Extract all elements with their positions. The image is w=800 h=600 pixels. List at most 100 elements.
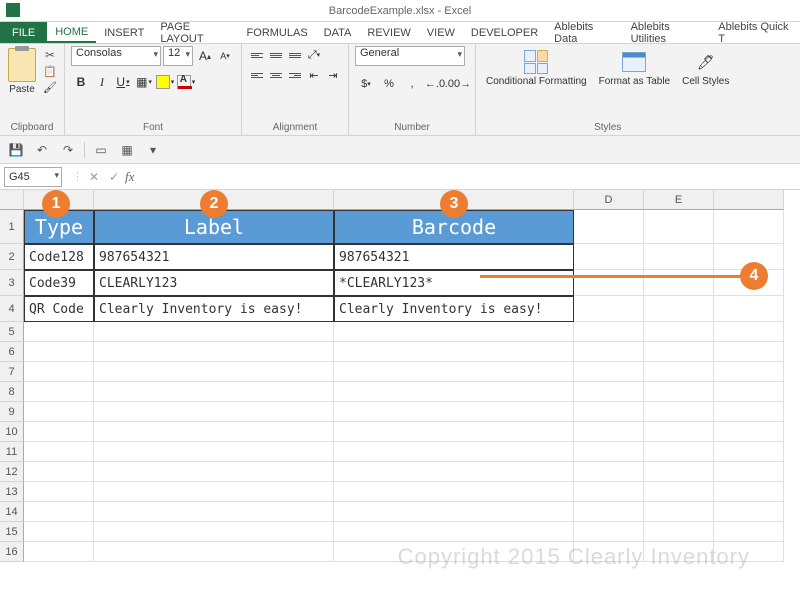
tab-file[interactable]: FILE — [0, 22, 47, 43]
cell[interactable] — [94, 342, 334, 362]
decrease-decimal-button[interactable]: .00→ — [447, 74, 469, 94]
col-header-D[interactable]: D — [574, 190, 644, 210]
row-header-15[interactable]: 15 — [0, 522, 24, 542]
row-header-7[interactable]: 7 — [0, 362, 24, 382]
conditional-formatting-button[interactable]: Conditional Formatting — [482, 46, 591, 89]
align-bottom-button[interactable] — [286, 46, 304, 64]
number-format-select[interactable]: General — [355, 46, 465, 66]
col-header-extra[interactable] — [714, 190, 784, 210]
fill-color-button[interactable]: ▾ — [155, 72, 175, 92]
tab-view[interactable]: VIEW — [419, 22, 463, 43]
cell[interactable] — [644, 296, 714, 322]
row-header-11[interactable]: 11 — [0, 442, 24, 462]
save-button[interactable]: 💾 — [6, 140, 26, 160]
increase-font-button[interactable]: A▴ — [195, 46, 215, 66]
cell[interactable] — [644, 342, 714, 362]
cell[interactable] — [334, 542, 574, 562]
redo-button[interactable]: ↷ — [58, 140, 78, 160]
cell[interactable]: CLEARLY123 — [94, 270, 334, 296]
cell[interactable]: Clearly Inventory is easy! — [334, 296, 574, 322]
cell[interactable] — [644, 462, 714, 482]
italic-button[interactable]: I — [92, 72, 112, 92]
cell[interactable] — [714, 342, 784, 362]
row-header-13[interactable]: 13 — [0, 482, 24, 502]
cell[interactable] — [24, 382, 94, 402]
cell[interactable] — [574, 402, 644, 422]
cell[interactable] — [714, 362, 784, 382]
cell[interactable] — [574, 342, 644, 362]
cell[interactable] — [24, 442, 94, 462]
percent-button[interactable]: % — [378, 74, 400, 94]
cell[interactable] — [644, 270, 714, 296]
font-color-button[interactable]: ▾ — [176, 72, 196, 92]
qat-customize-button[interactable]: ▾ — [143, 140, 163, 160]
cell[interactable] — [334, 462, 574, 482]
cell[interactable] — [24, 522, 94, 542]
cell[interactable] — [94, 422, 334, 442]
cell[interactable] — [714, 542, 784, 562]
cell[interactable] — [644, 522, 714, 542]
cell[interactable] — [714, 502, 784, 522]
tab-insert[interactable]: INSERT — [96, 22, 152, 43]
cell[interactable] — [24, 402, 94, 422]
align-right-button[interactable] — [286, 66, 304, 84]
cell[interactable] — [334, 402, 574, 422]
cell[interactable] — [94, 382, 334, 402]
cell[interactable] — [574, 296, 644, 322]
cell[interactable] — [94, 522, 334, 542]
cell[interactable] — [94, 462, 334, 482]
row-header-3[interactable]: 3 — [0, 270, 24, 296]
cell[interactable] — [24, 482, 94, 502]
cell[interactable] — [574, 482, 644, 502]
cell[interactable] — [574, 422, 644, 442]
tab-data[interactable]: DATA — [316, 22, 360, 43]
align-center-button[interactable] — [267, 66, 285, 84]
cell[interactable] — [714, 322, 784, 342]
row-header-5[interactable]: 5 — [0, 322, 24, 342]
cell[interactable] — [94, 362, 334, 382]
cell[interactable] — [94, 402, 334, 422]
row-header-16[interactable]: 16 — [0, 542, 24, 562]
cell[interactable] — [24, 322, 94, 342]
cell[interactable] — [24, 502, 94, 522]
row-header-6[interactable]: 6 — [0, 342, 24, 362]
paste-button[interactable]: Paste — [6, 46, 38, 95]
row-header-1[interactable]: 1 — [0, 210, 24, 244]
tab-home[interactable]: HOME — [47, 22, 96, 43]
cell[interactable]: Clearly Inventory is easy! — [94, 296, 334, 322]
cell[interactable] — [334, 522, 574, 542]
cell[interactable] — [644, 210, 714, 244]
increase-decimal-button[interactable]: ←.0 — [424, 74, 446, 94]
row-header-2[interactable]: 2 — [0, 244, 24, 270]
cell[interactable] — [24, 362, 94, 382]
cell[interactable] — [574, 244, 644, 270]
col-header-E[interactable]: E — [644, 190, 714, 210]
cell[interactable] — [334, 362, 574, 382]
cell[interactable] — [574, 462, 644, 482]
row-header-4[interactable]: 4 — [0, 296, 24, 322]
cell[interactable]: QR Code — [24, 296, 94, 322]
tab-ablebits-quick[interactable]: Ablebits Quick T — [710, 22, 800, 43]
cell[interactable]: Code39 — [24, 270, 94, 296]
decrease-font-button[interactable]: A▾ — [215, 46, 235, 66]
cell[interactable] — [24, 342, 94, 362]
tab-page-layout[interactable]: PAGE LAYOUT — [152, 22, 238, 43]
spreadsheet-grid[interactable]: ABCDE1TypeLabelBarcode2Code1289876543219… — [0, 190, 800, 600]
cell[interactable] — [644, 362, 714, 382]
underline-button[interactable]: U▾ — [113, 72, 133, 92]
cell[interactable] — [24, 462, 94, 482]
bold-button[interactable]: B — [71, 72, 91, 92]
cell[interactable] — [574, 502, 644, 522]
format-as-table-button[interactable]: Format as Table — [595, 46, 675, 89]
comma-button[interactable]: , — [401, 74, 423, 94]
cell[interactable] — [94, 502, 334, 522]
cell[interactable] — [644, 422, 714, 442]
increase-indent-button[interactable]: ⇥ — [324, 66, 342, 84]
cell[interactable] — [94, 442, 334, 462]
decrease-indent-button[interactable]: ⇤ — [305, 66, 323, 84]
enter-formula-button[interactable]: ✓ — [105, 168, 123, 186]
undo-button[interactable]: ↶ — [32, 140, 52, 160]
format-painter-button[interactable] — [42, 80, 58, 94]
cell[interactable] — [644, 244, 714, 270]
cell[interactable] — [714, 402, 784, 422]
